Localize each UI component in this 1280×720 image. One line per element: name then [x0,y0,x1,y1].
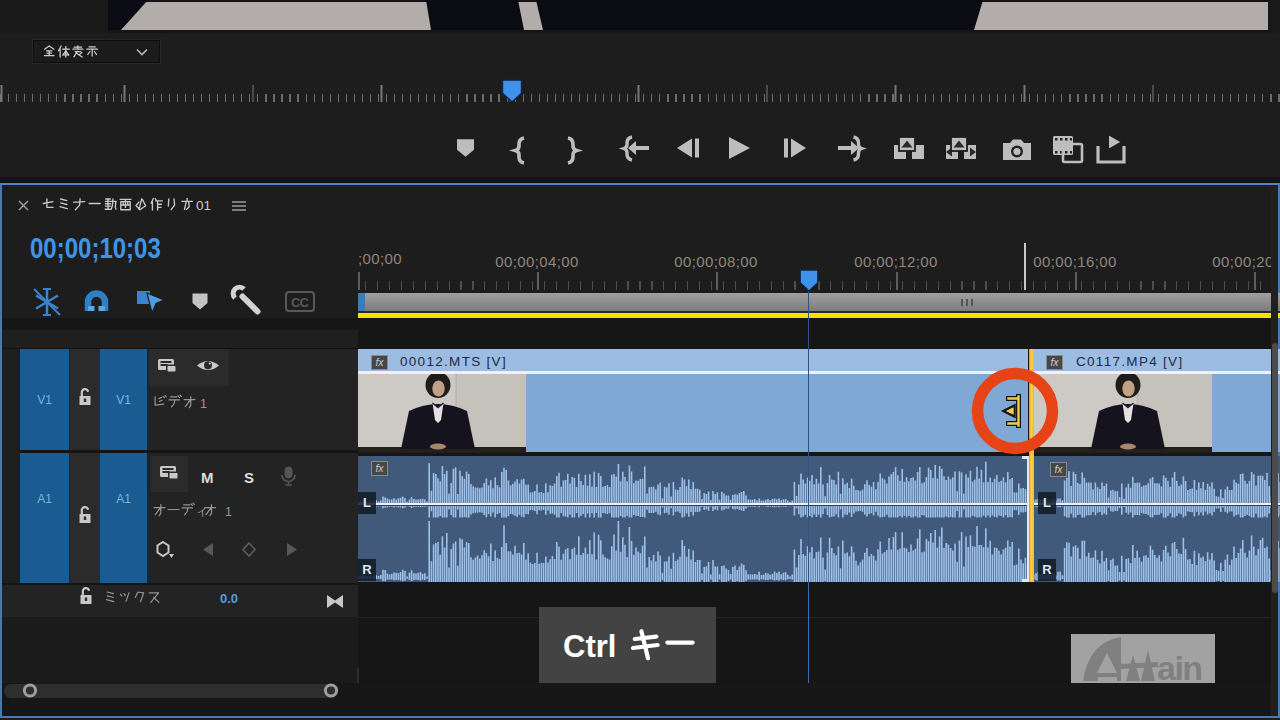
svg-text:ain: ain [1157,649,1202,687]
